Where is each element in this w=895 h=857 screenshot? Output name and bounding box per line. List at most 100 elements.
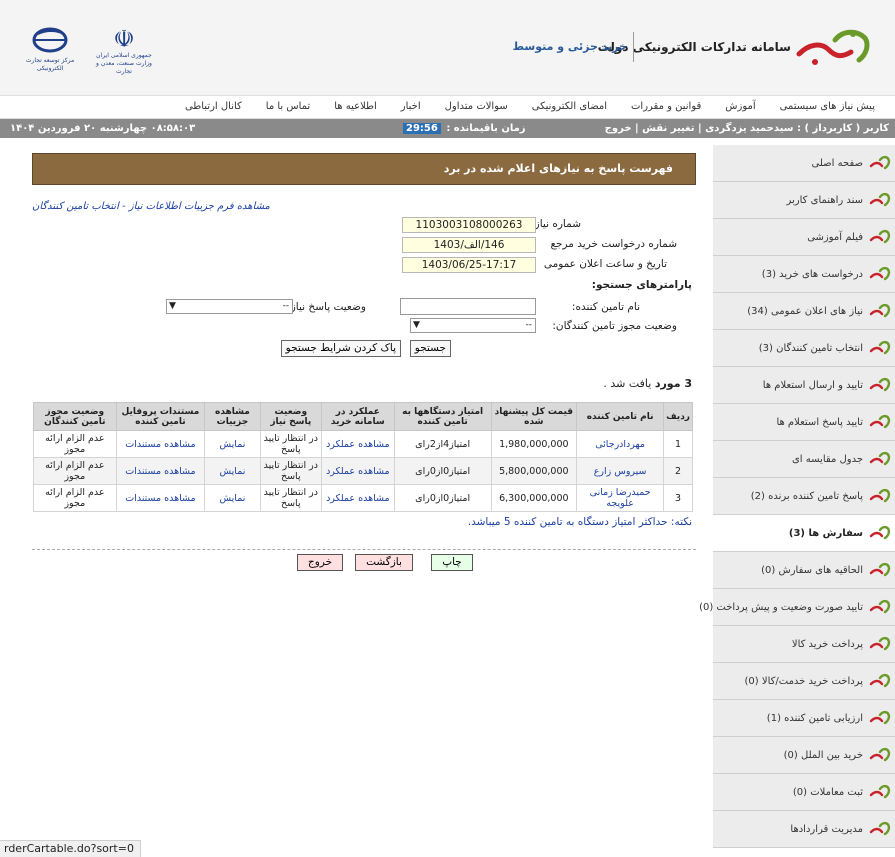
topnav-item[interactable]: قوانین و مقررات: [619, 96, 713, 118]
cell-price: 1,980,000,000: [490, 430, 578, 458]
setad-mini-logo-icon: [869, 192, 891, 207]
sidebar-item[interactable]: خرید بین الملل (0): [713, 737, 895, 774]
sidebar-item-label: انتخاب تامین کنندگان (3): [758, 342, 863, 354]
cell-docs[interactable]: مشاهده مستندات: [115, 484, 206, 512]
cell-docs[interactable]: مشاهده مستندات: [115, 430, 206, 458]
supplier-link[interactable]: حمیدرضا زمانی علویجه: [590, 487, 651, 509]
topnav-item[interactable]: سوالات متداول: [433, 96, 520, 118]
cell-price: 6,300,000,000: [490, 484, 578, 512]
change-role-link[interactable]: تغییر نقش: [642, 123, 694, 134]
sidebar-item[interactable]: نیاز های اعلان عمومی (34): [713, 293, 895, 330]
exit-button[interactable]: خروج: [297, 554, 343, 571]
remaining-time-label: زمان باقیمانده :: [446, 123, 526, 134]
topnav-item[interactable]: آموزش: [713, 96, 767, 118]
userbar-separator: |: [635, 123, 639, 134]
cell-score: امتیاز0از0رای: [393, 484, 492, 512]
docs-link[interactable]: مشاهده مستندات: [125, 466, 195, 477]
need-number-label: شماره نیاز: [534, 218, 581, 230]
sidebar-item[interactable]: تایید صورت وضعیت و پیش پرداخت (0): [699, 589, 895, 626]
perf-link[interactable]: مشاهده عملکرد: [326, 439, 389, 450]
topnav-item[interactable]: تماس با ما: [254, 96, 322, 118]
setad-mini-logo-icon: [869, 562, 891, 577]
cell-details[interactable]: نمایش: [204, 430, 261, 458]
license-status-label: وضعیت مجوز تامین کنندگان:: [552, 320, 677, 332]
details-link[interactable]: نمایش: [220, 493, 246, 504]
sidebar-item[interactable]: ثبت معاملات (0): [713, 774, 895, 811]
license-status-select[interactable]: -- ▼: [410, 318, 536, 333]
sidebar-item[interactable]: سفارش ها (3): [713, 515, 895, 552]
cell-docs[interactable]: مشاهده مستندات: [115, 457, 206, 485]
sidebar-item[interactable]: انتخاب تامین کنندگان (3): [713, 330, 895, 367]
sidebar-item[interactable]: پرداخت خرید کالا: [713, 626, 895, 663]
need-details-link[interactable]: مشاهده فرم جزییات اطلاعات نیاز - انتخاب …: [32, 201, 270, 212]
user-name-label: کاربر ( کاربرداز ) : سیدحمید یزدگردی |: [698, 123, 889, 134]
brand-divider: [633, 32, 634, 62]
topnav-item[interactable]: امضای الکترونیکی: [520, 96, 619, 118]
perf-link[interactable]: مشاهده عملکرد: [326, 493, 389, 504]
cell-supplier[interactable]: حمیدرضا زمانی علویجه: [576, 484, 665, 512]
ecommerce-center-logo: مرکز توسعه تجارت الکترونیکی: [22, 26, 78, 72]
supplier-link[interactable]: مهردادرجائی: [595, 439, 645, 450]
cell-perf[interactable]: مشاهده عملکرد: [320, 484, 395, 512]
sidebar-item[interactable]: مدیریت قراردادها: [713, 811, 895, 848]
search-button[interactable]: جستجو: [409, 340, 451, 357]
sidebar-item[interactable]: پرداخت خرید خدمت/کالا (0): [713, 663, 895, 700]
print-button[interactable]: چاپ: [431, 554, 473, 571]
logout-link[interactable]: خروج: [605, 123, 632, 134]
sidebar-item-label: درخواست های خرید (3): [761, 268, 863, 280]
results-count-suffix: یافت شد .: [603, 377, 655, 390]
column-header: مستندات پروفایل تامین کننده: [115, 402, 206, 431]
current-datetime: ۰۸:۵۸:۰۳ چهارشنبه ۲۰ فروردین ۱۴۰۴: [10, 123, 196, 134]
chevron-down-icon: ▼: [413, 320, 420, 330]
ref-request-label: شماره درخواست خرید مرجع: [550, 238, 677, 250]
sidebar-item[interactable]: ارزیابی تامین کننده (1): [713, 700, 895, 737]
perf-link[interactable]: مشاهده عملکرد: [326, 466, 389, 477]
cell-status: در انتظار تایید پاسخ: [259, 484, 322, 512]
topnav-item[interactable]: اطلاعیه ها: [322, 96, 389, 118]
announce-date-value: 1403/06/25-17:17: [402, 257, 536, 273]
dashed-divider: [32, 549, 696, 550]
topnav-item[interactable]: کانال ارتباطی: [173, 96, 254, 118]
supplier-link[interactable]: سیروس زارع: [594, 466, 647, 477]
reply-status-select[interactable]: -- ▼: [166, 299, 293, 314]
cell-supplier[interactable]: سیروس زارع: [576, 457, 665, 485]
setad-mini-logo-icon: [869, 821, 891, 836]
back-button[interactable]: بازگشت: [355, 554, 413, 571]
announce-date-label: تاریخ و ساعت اعلان عمومی: [543, 258, 667, 270]
results-count: 3 مورد یافت شد .: [603, 377, 692, 390]
sidebar-item[interactable]: جدول مقایسه ای: [713, 441, 895, 478]
sidebar-item[interactable]: درخواست های خرید (3): [713, 256, 895, 293]
cell-details[interactable]: نمایش: [204, 457, 261, 485]
sidebar-item[interactable]: فیلم آموزشی: [713, 219, 895, 256]
sidebar-item[interactable]: پاسخ تامین کننده برنده (2): [713, 478, 895, 515]
topnav-item[interactable]: پیش نیاز های سیستمی: [768, 96, 887, 118]
setad-mini-logo-icon: [869, 784, 891, 799]
details-link[interactable]: نمایش: [220, 439, 246, 450]
clear-search-button[interactable]: پاک کردن شرایط جستجو: [280, 340, 401, 357]
sidebar-item[interactable]: صفحه اصلی: [713, 145, 895, 182]
supplier-name-input[interactable]: [400, 298, 536, 315]
cell-perf[interactable]: مشاهده عملکرد: [320, 430, 395, 458]
column-header: مشاهده جزییات: [204, 402, 261, 431]
cell-details[interactable]: نمایش: [204, 484, 261, 512]
docs-link[interactable]: مشاهده مستندات: [125, 493, 195, 504]
sidebar-item-label: ثبت معاملات (0): [792, 786, 863, 798]
sidebar-item-label: صفحه اصلی: [811, 157, 863, 169]
sidebar-item[interactable]: تایید پاسخ استعلام ها: [713, 404, 895, 441]
gov-logo-text-2: وزارت صنعت، معدن و تجارت: [96, 60, 152, 75]
docs-link[interactable]: مشاهده مستندات: [125, 439, 195, 450]
details-link[interactable]: نمایش: [220, 466, 246, 477]
topnav-item[interactable]: اخبار: [389, 96, 433, 118]
setad-logo-icon[interactable]: [795, 24, 873, 70]
sidebar-item-label: تایید پاسخ استعلام ها: [776, 416, 863, 428]
sidebar-item[interactable]: تایید و ارسال استعلام ها: [713, 367, 895, 404]
sidebar-item-label: تایید و ارسال استعلام ها: [762, 379, 863, 391]
sidebar-item[interactable]: الحاقیه های سفارش (0): [713, 552, 895, 589]
sidebar-item[interactable]: سند راهنمای کاربر: [713, 182, 895, 219]
cell-status: در انتظار تایید پاسخ: [259, 457, 322, 485]
setad-mini-logo-icon: [869, 266, 891, 281]
cell-supplier[interactable]: مهردادرجائی: [576, 430, 665, 458]
cell-perf[interactable]: مشاهده عملکرد: [320, 457, 395, 485]
sidebar-item-label: خرید بین الملل (0): [783, 749, 863, 761]
sidebar-menu: صفحه اصلی سند راهنمای کاربر فیلم آموزشی درخ…: [699, 145, 895, 848]
